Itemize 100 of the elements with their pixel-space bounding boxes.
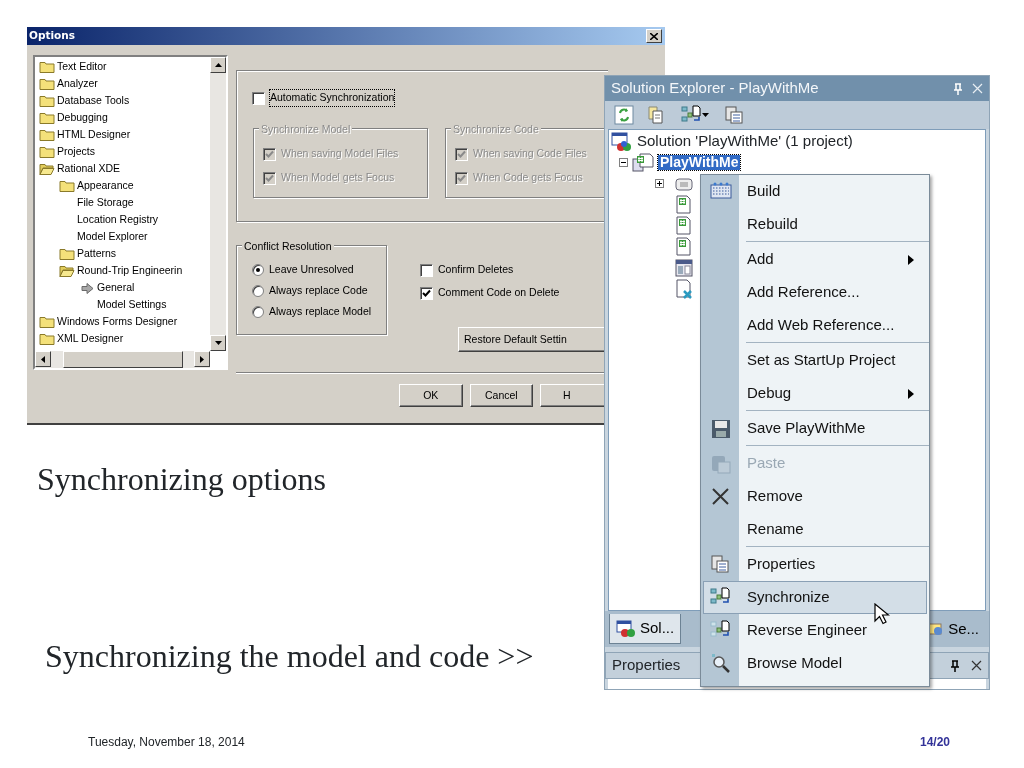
code-file-icon — [674, 215, 694, 236]
vertical-scrollbar[interactable] — [210, 57, 226, 351]
menu-item[interactable]: Save PlayWithMe — [703, 412, 927, 445]
browse-icon — [710, 653, 732, 674]
scroll-thumb[interactable] — [62, 351, 183, 368]
checkbox[interactable] — [252, 91, 265, 105]
code-file-icon — [674, 194, 694, 215]
page-number: 14/20 — [920, 734, 951, 751]
checkbox-label: Comment Code on Delete — [438, 285, 560, 301]
checkbox[interactable] — [420, 263, 433, 277]
tree-item[interactable]: Model Settings — [97, 296, 167, 313]
open-folder-icon — [59, 263, 75, 278]
folder-icon — [39, 76, 55, 91]
tree-item[interactable]: Location Registry — [77, 211, 159, 228]
tree-item[interactable]: Text Editor — [57, 58, 107, 75]
folder-icon — [39, 59, 55, 74]
panel-title: Solution Explorer - PlayWithMe — [611, 78, 819, 99]
paste-icon — [710, 453, 732, 474]
scroll-left-button[interactable] — [35, 351, 51, 367]
menu-item[interactable]: Remove — [703, 480, 927, 513]
menu-item[interactable]: Rebuild — [703, 208, 927, 241]
tree-item[interactable]: Projects — [57, 143, 95, 160]
checkbox-label: When Model gets Focus — [281, 170, 395, 186]
plus-icon — [657, 181, 662, 186]
folder-icon — [39, 93, 55, 108]
radio-button[interactable] — [252, 306, 264, 318]
group-title: Synchronize Model — [259, 122, 353, 138]
menu-item[interactable]: Set as StartUp Project — [703, 344, 927, 377]
scroll-down-button[interactable] — [210, 335, 226, 351]
mouse-cursor-icon — [874, 603, 890, 625]
folder-icon — [59, 178, 75, 193]
dialog-button[interactable]: Cancel — [469, 384, 534, 407]
close-icon[interactable] — [971, 660, 982, 671]
collapse-toggle[interactable] — [619, 158, 628, 167]
slide-subtitle: Synchronizing the model and code >> — [45, 637, 534, 676]
menu-item[interactable]: Add Web Reference... — [703, 309, 927, 342]
folder-icon — [39, 144, 55, 159]
radio-label: Always replace Code — [269, 283, 368, 299]
left-arrow-icon — [41, 355, 45, 363]
pin-icon[interactable] — [949, 659, 961, 672]
project-icon — [632, 152, 654, 173]
menu-item[interactable]: Rename — [703, 513, 927, 546]
save-icon — [710, 418, 732, 439]
dialog-button[interactable]: OK — [399, 384, 463, 407]
scroll-up-button[interactable] — [210, 57, 226, 73]
checkbox[interactable] — [420, 286, 433, 300]
folder-icon — [39, 110, 55, 125]
tree-item[interactable]: General — [97, 279, 135, 296]
menu-item[interactable]: Browse Model — [703, 647, 927, 680]
expand-toggle[interactable] — [655, 179, 664, 188]
form-file-icon — [674, 257, 694, 278]
scroll-right-button[interactable] — [194, 351, 210, 367]
slide-date: Tuesday, November 18, 2014 — [88, 734, 245, 751]
tree-item[interactable]: Windows Forms Designer — [57, 313, 178, 330]
folder-icon — [59, 246, 75, 261]
tree-item[interactable]: Patterns — [77, 245, 117, 262]
group-title: Synchronize Code — [451, 122, 541, 138]
open-folder-icon — [39, 161, 55, 176]
tree-item[interactable]: Analyzer — [57, 75, 98, 92]
arrow-icon — [79, 280, 95, 295]
checkbox-label: Automatic Synchronization — [270, 90, 395, 106]
solution-icon — [616, 619, 636, 638]
menu-item[interactable]: Debug — [703, 377, 927, 410]
panel-title: Properties — [612, 655, 681, 676]
tree-item[interactable]: Database Tools — [57, 92, 130, 109]
down-arrow-icon — [214, 341, 222, 345]
close-button[interactable] — [646, 29, 662, 43]
horizontal-scrollbar[interactable] — [35, 351, 210, 368]
code-file-icon — [674, 236, 694, 257]
menu-item[interactable]: Add Reference... — [703, 276, 927, 309]
delete-icon — [710, 486, 732, 507]
tree-item[interactable]: Rational XDE — [57, 160, 121, 177]
checkbox-label: When Code gets Focus — [473, 170, 583, 186]
radio-label: Leave Unresolved — [269, 262, 354, 278]
tree-item[interactable]: HTML Designer — [57, 126, 131, 143]
radio-button[interactable] — [252, 285, 264, 297]
menu-item[interactable]: Add — [703, 243, 927, 276]
tree-item[interactable]: Model Explorer — [77, 228, 148, 245]
tree-item[interactable]: Appearance — [77, 177, 134, 194]
tree-item[interactable]: File Storage — [77, 194, 134, 211]
refresh-icon[interactable] — [611, 103, 637, 127]
checkbox-label: Confirm Deletes — [438, 262, 514, 278]
window-title: Options — [29, 28, 75, 44]
slide-title: Synchronizing options — [37, 460, 326, 499]
tree-item[interactable]: XML Designer — [57, 330, 124, 347]
radio-button[interactable] — [252, 264, 264, 276]
tree-item[interactable]: Round-Trip Engineerin — [77, 262, 183, 279]
tree-item[interactable]: Debugging — [57, 109, 108, 126]
menu-item[interactable]: Synchronize — [703, 581, 927, 614]
tree-item[interactable]: Solution 'PlayWithMe' (1 project) — [637, 130, 853, 153]
menu-item[interactable]: Build — [703, 175, 927, 208]
radio-label: Always replace Model — [269, 304, 372, 320]
tree-item[interactable]: PlayWithMe — [658, 155, 741, 170]
folder-icon — [39, 127, 55, 142]
menu-item[interactable]: Properties — [703, 548, 927, 581]
menu-item[interactable]: Reverse Engineer — [703, 614, 927, 647]
folder-icon — [39, 331, 55, 346]
panel-tab[interactable]: Sol... — [609, 614, 682, 644]
up-arrow-icon — [214, 63, 222, 67]
folder-icon — [39, 314, 55, 329]
